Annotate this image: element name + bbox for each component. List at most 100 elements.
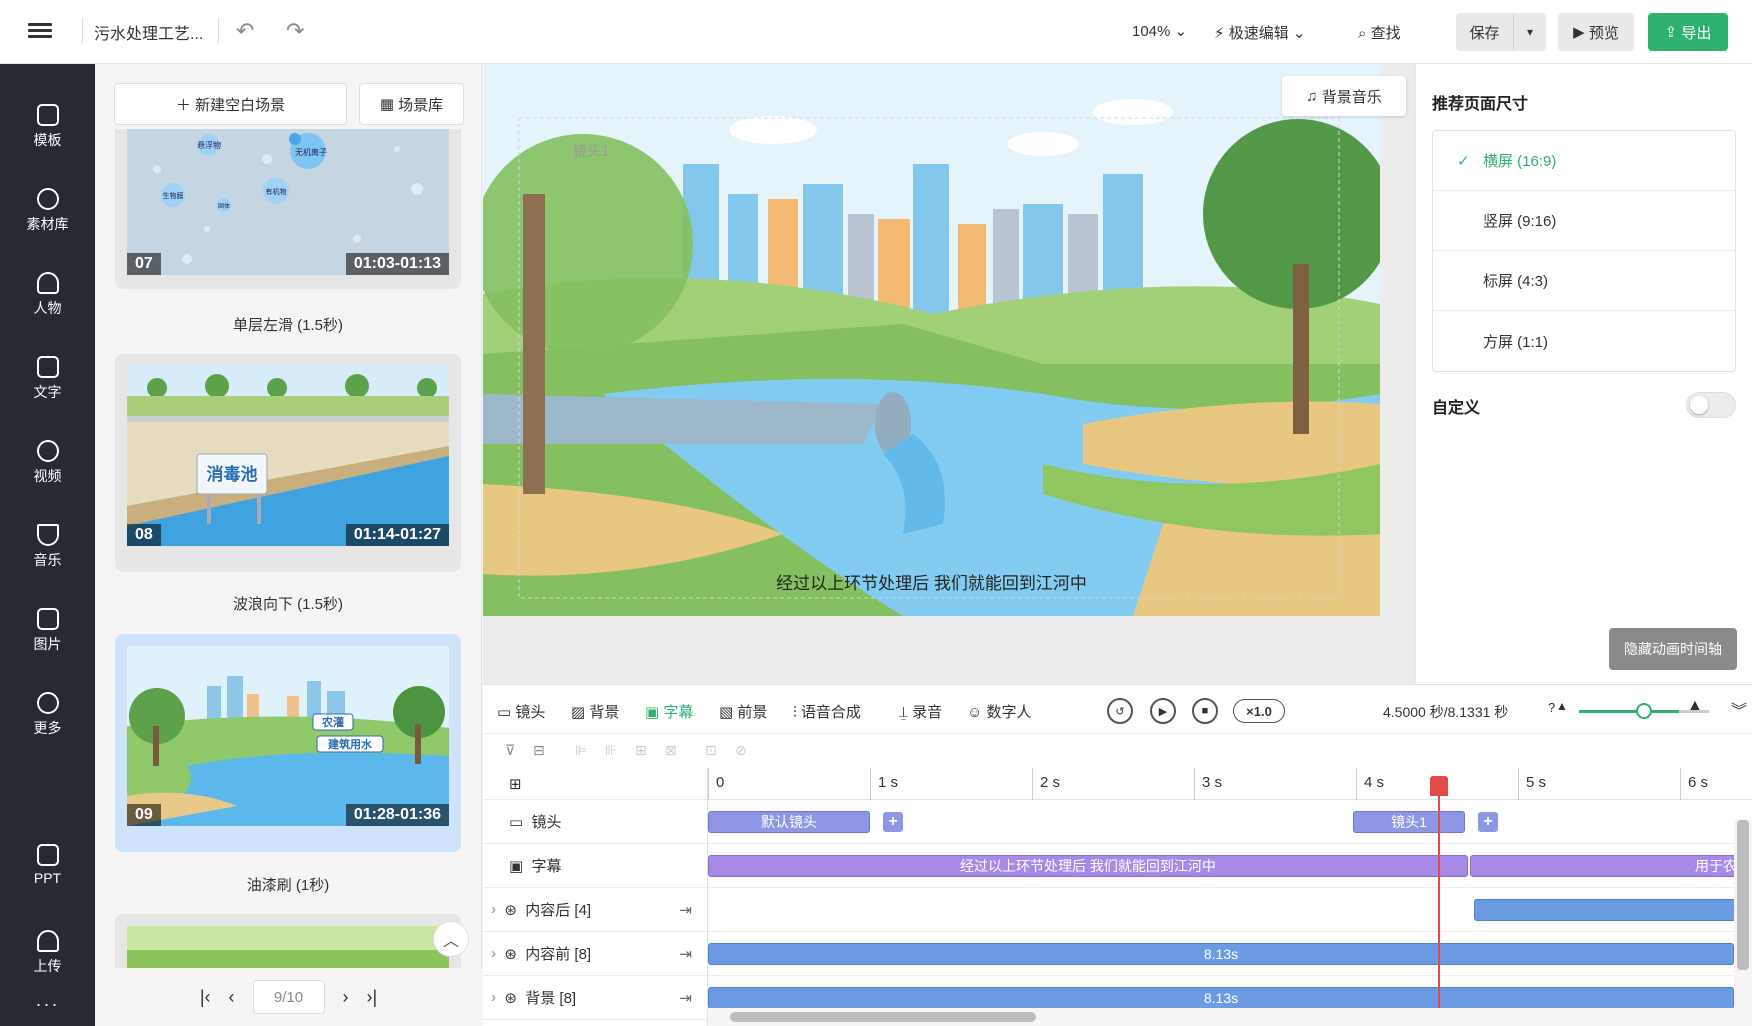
zoom-out-icon[interactable]: ▲ [1556,699,1568,713]
nav-item-more[interactable]: 更多 [0,692,95,738]
nav-item-video[interactable]: 视频 [0,440,95,486]
lens-frame-label: 镜头1 [573,144,610,160]
playhead[interactable] [1438,778,1440,1010]
undo-icon[interactable]: ↶ [236,18,254,44]
custom-size-toggle[interactable] [1686,392,1736,418]
nav-item-music[interactable]: 音乐 [0,524,95,570]
clip-content-after[interactable] [1474,899,1752,921]
size-option-landscape[interactable]: ✓ 横屏 (16:9) [1433,131,1735,191]
scene-number: 08 [127,524,161,546]
scrollbar-thumb[interactable] [1737,820,1749,970]
collapse-timeline-icon[interactable]: ︾ [1731,697,1747,721]
play-icon[interactable]: ▶ [1150,698,1176,724]
preview-button[interactable]: ▶ 预览 [1558,13,1634,51]
timeline-vertical-scrollbar[interactable] [1734,820,1752,1008]
timeline-horizontal-scrollbar[interactable] [708,1008,1752,1026]
tab-lens[interactable]: ▭ 镜头 [497,701,545,722]
ungroup-icon[interactable]: ⊘ [735,742,747,759]
stage[interactable]: 镜头1 经过以上环节处理后 我们就能回到江河中 [483,64,1380,616]
zoom-select[interactable]: 104% ⌄ [1132,22,1187,40]
nav-item-ppt[interactable]: PPT [0,844,95,886]
scene-tag-text: 建筑用水 [328,737,373,751]
track-label-content-before[interactable]: › ⊛ 内容前 [8] ⇥ [483,932,708,976]
clip-content-before[interactable]: 8.13s [708,943,1734,965]
speed-button[interactable]: ×1.0 [1233,699,1285,723]
background-music-button[interactable]: ♫ 背景音乐 [1282,76,1406,116]
clip-lens1[interactable]: 镜头1 [1353,811,1465,833]
stop-icon[interactable]: ■ [1192,698,1218,724]
track-label-subtitle[interactable]: ▣ 字幕 [483,844,708,888]
clip-default-lens[interactable]: 默认镜头 [708,811,870,833]
new-blank-scene-button[interactable]: ＋ 新建空白场景 [114,83,347,125]
clip-subtitle[interactable]: 经过以上环节处理后 我们就能回到江河中 [708,855,1468,877]
tab-record[interactable]: ⍊ 录音 [899,701,942,722]
scrollbar-thumb[interactable] [730,1012,1036,1022]
nav-item-template[interactable]: 模板 [0,104,95,150]
filter-icon[interactable]: ⊽ [505,742,515,759]
size-option-square[interactable]: 方屏 (1:1) [1433,311,1735,371]
find-button[interactable]: ⌕ 查找 [1358,22,1401,43]
scene-card[interactable] [115,914,461,968]
chevron-right-icon[interactable]: › [491,945,504,962]
next-page-icon[interactable]: › [343,987,349,1008]
nav-item-assets[interactable]: 素材库 [0,188,95,234]
size-option-standard[interactable]: 标屏 (4:3) [1433,251,1735,311]
scene-card[interactable]: 消毒池 08 01:14-01:27 [115,354,461,572]
size-option-list: ✓ 横屏 (16:9) 竖屏 (9:16) 标屏 (4:3) 方屏 (1:1) [1432,130,1736,372]
redo-icon[interactable]: ↷ [286,18,304,44]
clip-subtitle[interactable]: 用于农灌 [1470,855,1752,877]
chevron-right-icon[interactable]: › [491,901,504,918]
tab-subtitle[interactable]: ▣ 字幕 [645,701,693,722]
track-settings[interactable]: ⊞ [483,768,708,800]
track-label-background[interactable]: › ⊛ 背景 [8] ⇥ [483,976,708,1020]
help-icon[interactable]: ? [1548,700,1555,715]
nav-item-person[interactable]: 人物 [0,272,95,318]
chevron-right-icon[interactable]: › [491,989,504,1006]
add-lens-button[interactable]: + [1478,812,1498,832]
save-button[interactable]: 保存 [1456,13,1513,51]
new-blank-label: 新建空白场景 [195,96,286,114]
first-page-icon[interactable]: |‹ [200,987,211,1008]
export-button[interactable]: ⇪ 导出 [1648,13,1728,51]
canvas-subtitle[interactable]: 经过以上环节处理后 我们就能回到江河中 [483,569,1380,594]
tab-digital-human[interactable]: ☺ 数字人 [967,701,1032,722]
scene-library-button[interactable]: ▦ 场景库 [359,83,464,125]
replay-icon[interactable]: ↺ [1107,698,1133,724]
nav-item-text[interactable]: 文字 [0,356,95,402]
align-center-icon[interactable]: ⊪ [605,742,617,759]
align-left-icon[interactable]: ⊫ [575,742,587,759]
time-ruler[interactable]: 0 1 s 2 s 3 s 4 s 5 s 6 s [708,768,1752,800]
scene-card[interactable]: 悬浮物 无机离子 有机物 生物膜 固体 07 01:03-01:13 [115,129,461,289]
group-icon[interactable]: ⊡ [705,742,717,759]
nav-item-upload[interactable]: 上传 [0,930,95,976]
tab-foreground[interactable]: ▧ 前景 [719,701,767,722]
nav-overflow-icon[interactable]: ··· [0,994,95,1015]
distribute-vertical-icon[interactable]: ⊠ [665,742,677,759]
nav-item-image[interactable]: 图片 [0,608,95,654]
track-label-lens[interactable]: ▭ 镜头 [483,800,708,844]
chevron-down-icon[interactable]: ▾ [1513,13,1546,51]
layer-icon[interactable]: ⊟ [533,742,545,759]
track-row-lens: 默认镜头 + 镜头1 + [708,800,1752,844]
add-lens-button[interactable]: + [883,812,903,832]
page-input[interactable]: 9/10 [252,980,325,1014]
prev-page-icon[interactable]: ‹ [229,987,235,1008]
tab-background[interactable]: ▨ 背景 [571,701,619,722]
zoom-in-icon[interactable]: ▲ [1687,697,1703,715]
scroll-top-button[interactable]: ︿ [433,921,469,957]
fast-edit-select[interactable]: ⚡ 极速编辑 ⌄ [1214,22,1305,43]
distribute-icon[interactable]: ⊞ [635,742,647,759]
scene-card-active[interactable]: 农灌 建筑用水 09 01:28-01:36 [115,634,461,852]
track-label: 字幕 [531,858,562,875]
enter-icon[interactable]: ⇥ [679,945,692,963]
project-title[interactable]: 污水处理工艺... [94,20,203,44]
timeline-zoom-slider-knob[interactable] [1636,703,1652,719]
track-label-content-after[interactable]: › ⊛ 内容后 [4] ⇥ [483,888,708,932]
last-page-icon[interactable]: ›| [367,987,378,1008]
clip-background[interactable]: 8.13s [708,987,1734,1009]
tab-tts[interactable]: ⫶ 语音合成 [793,701,861,722]
size-option-portrait[interactable]: 竖屏 (9:16) [1433,191,1735,251]
enter-icon[interactable]: ⇥ [679,901,692,919]
enter-icon[interactable]: ⇥ [679,989,692,1007]
menu-icon[interactable] [28,20,52,44]
